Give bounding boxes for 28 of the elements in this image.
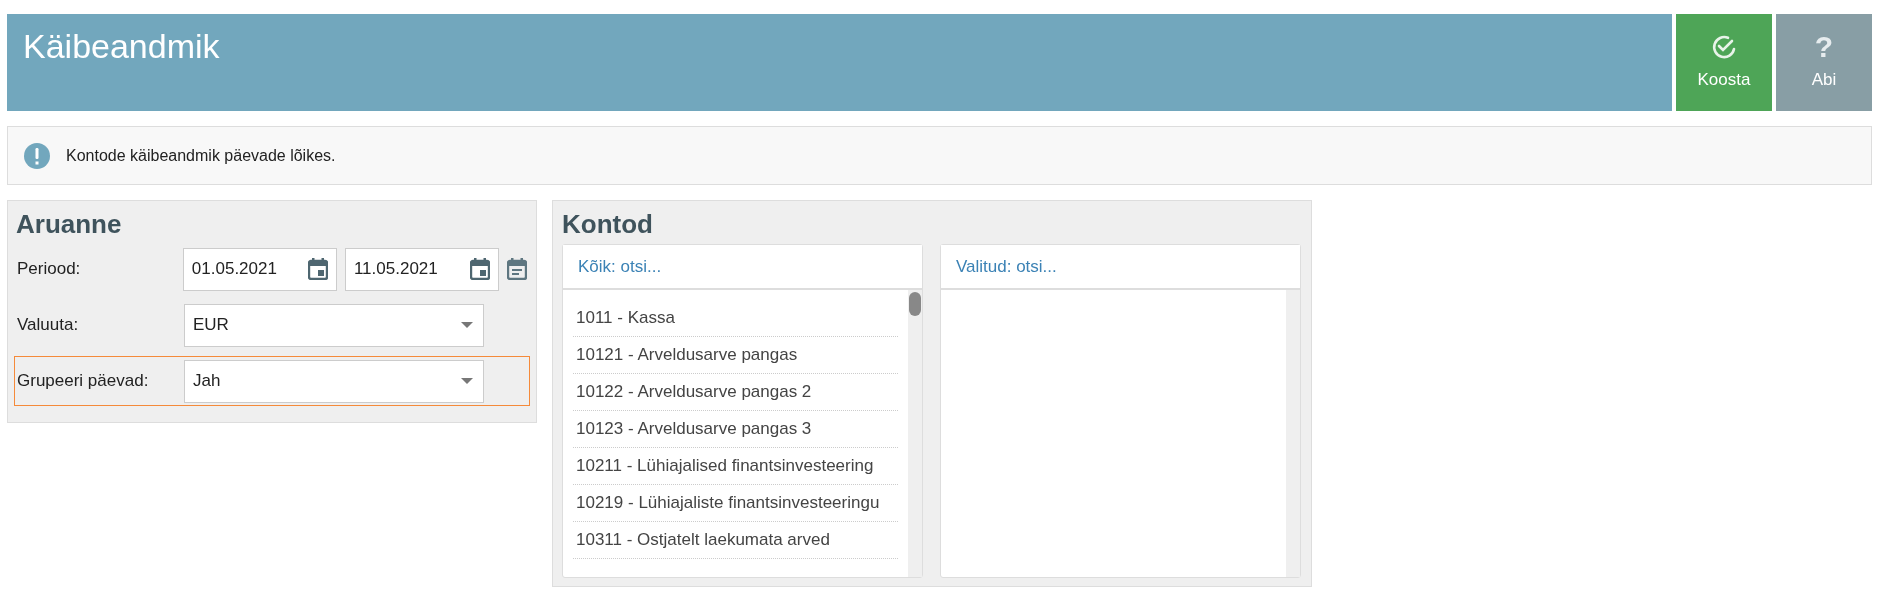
search-field[interactable]: Valitud: otsi... bbox=[941, 245, 1300, 291]
list-item[interactable]: 10311 - Ostjatelt laekumata arved bbox=[573, 522, 898, 560]
list-item[interactable]: 10219 - Lühiajaliste finantsinvesteeringu bbox=[573, 485, 898, 523]
list-item[interactable]: 10121 - Arveldusarve pangas bbox=[573, 337, 898, 375]
list-item[interactable]: 10123 - Arveldusarve pangas 3 bbox=[573, 411, 898, 449]
dropdown[interactable]: Jah bbox=[184, 359, 484, 403]
list-item[interactable]: 10211 - Lühiajalised finantsinvesteering bbox=[573, 448, 898, 486]
panel-title: Aruanne bbox=[16, 209, 123, 241]
caret-icon bbox=[461, 378, 473, 385]
calendar-list-icon[interactable] bbox=[507, 258, 527, 281]
scrollbar-thumb[interactable] bbox=[909, 292, 921, 317]
list-item[interactable]: 1011 - Kassa bbox=[573, 300, 898, 338]
dropdown[interactable]: EUR bbox=[184, 303, 484, 347]
field-label: Periood: bbox=[17, 258, 82, 281]
info-icon bbox=[24, 142, 50, 169]
date-field[interactable]: 11.05.2021 bbox=[344, 247, 499, 291]
calendar-icon[interactable] bbox=[307, 258, 328, 281]
caret-icon bbox=[461, 322, 473, 329]
list-item[interactable]: 10122 - Arveldusarve pangas 2 bbox=[573, 374, 898, 412]
page-title: Käibeandmik bbox=[7, 14, 1672, 111]
help-icon: ? bbox=[1814, 32, 1834, 61]
date-field[interactable]: 01.05.2021 bbox=[182, 247, 337, 291]
search-field[interactable]: Kõik: otsi... bbox=[563, 245, 922, 291]
calendar-icon[interactable] bbox=[470, 258, 490, 281]
info-text: Kontode käibeandmik päevade lõikes. bbox=[66, 145, 336, 166]
field-label: Grupeeri päevad: bbox=[17, 370, 150, 393]
panel-title: Kontod bbox=[562, 209, 654, 241]
field-label: Valuuta: bbox=[17, 314, 80, 337]
